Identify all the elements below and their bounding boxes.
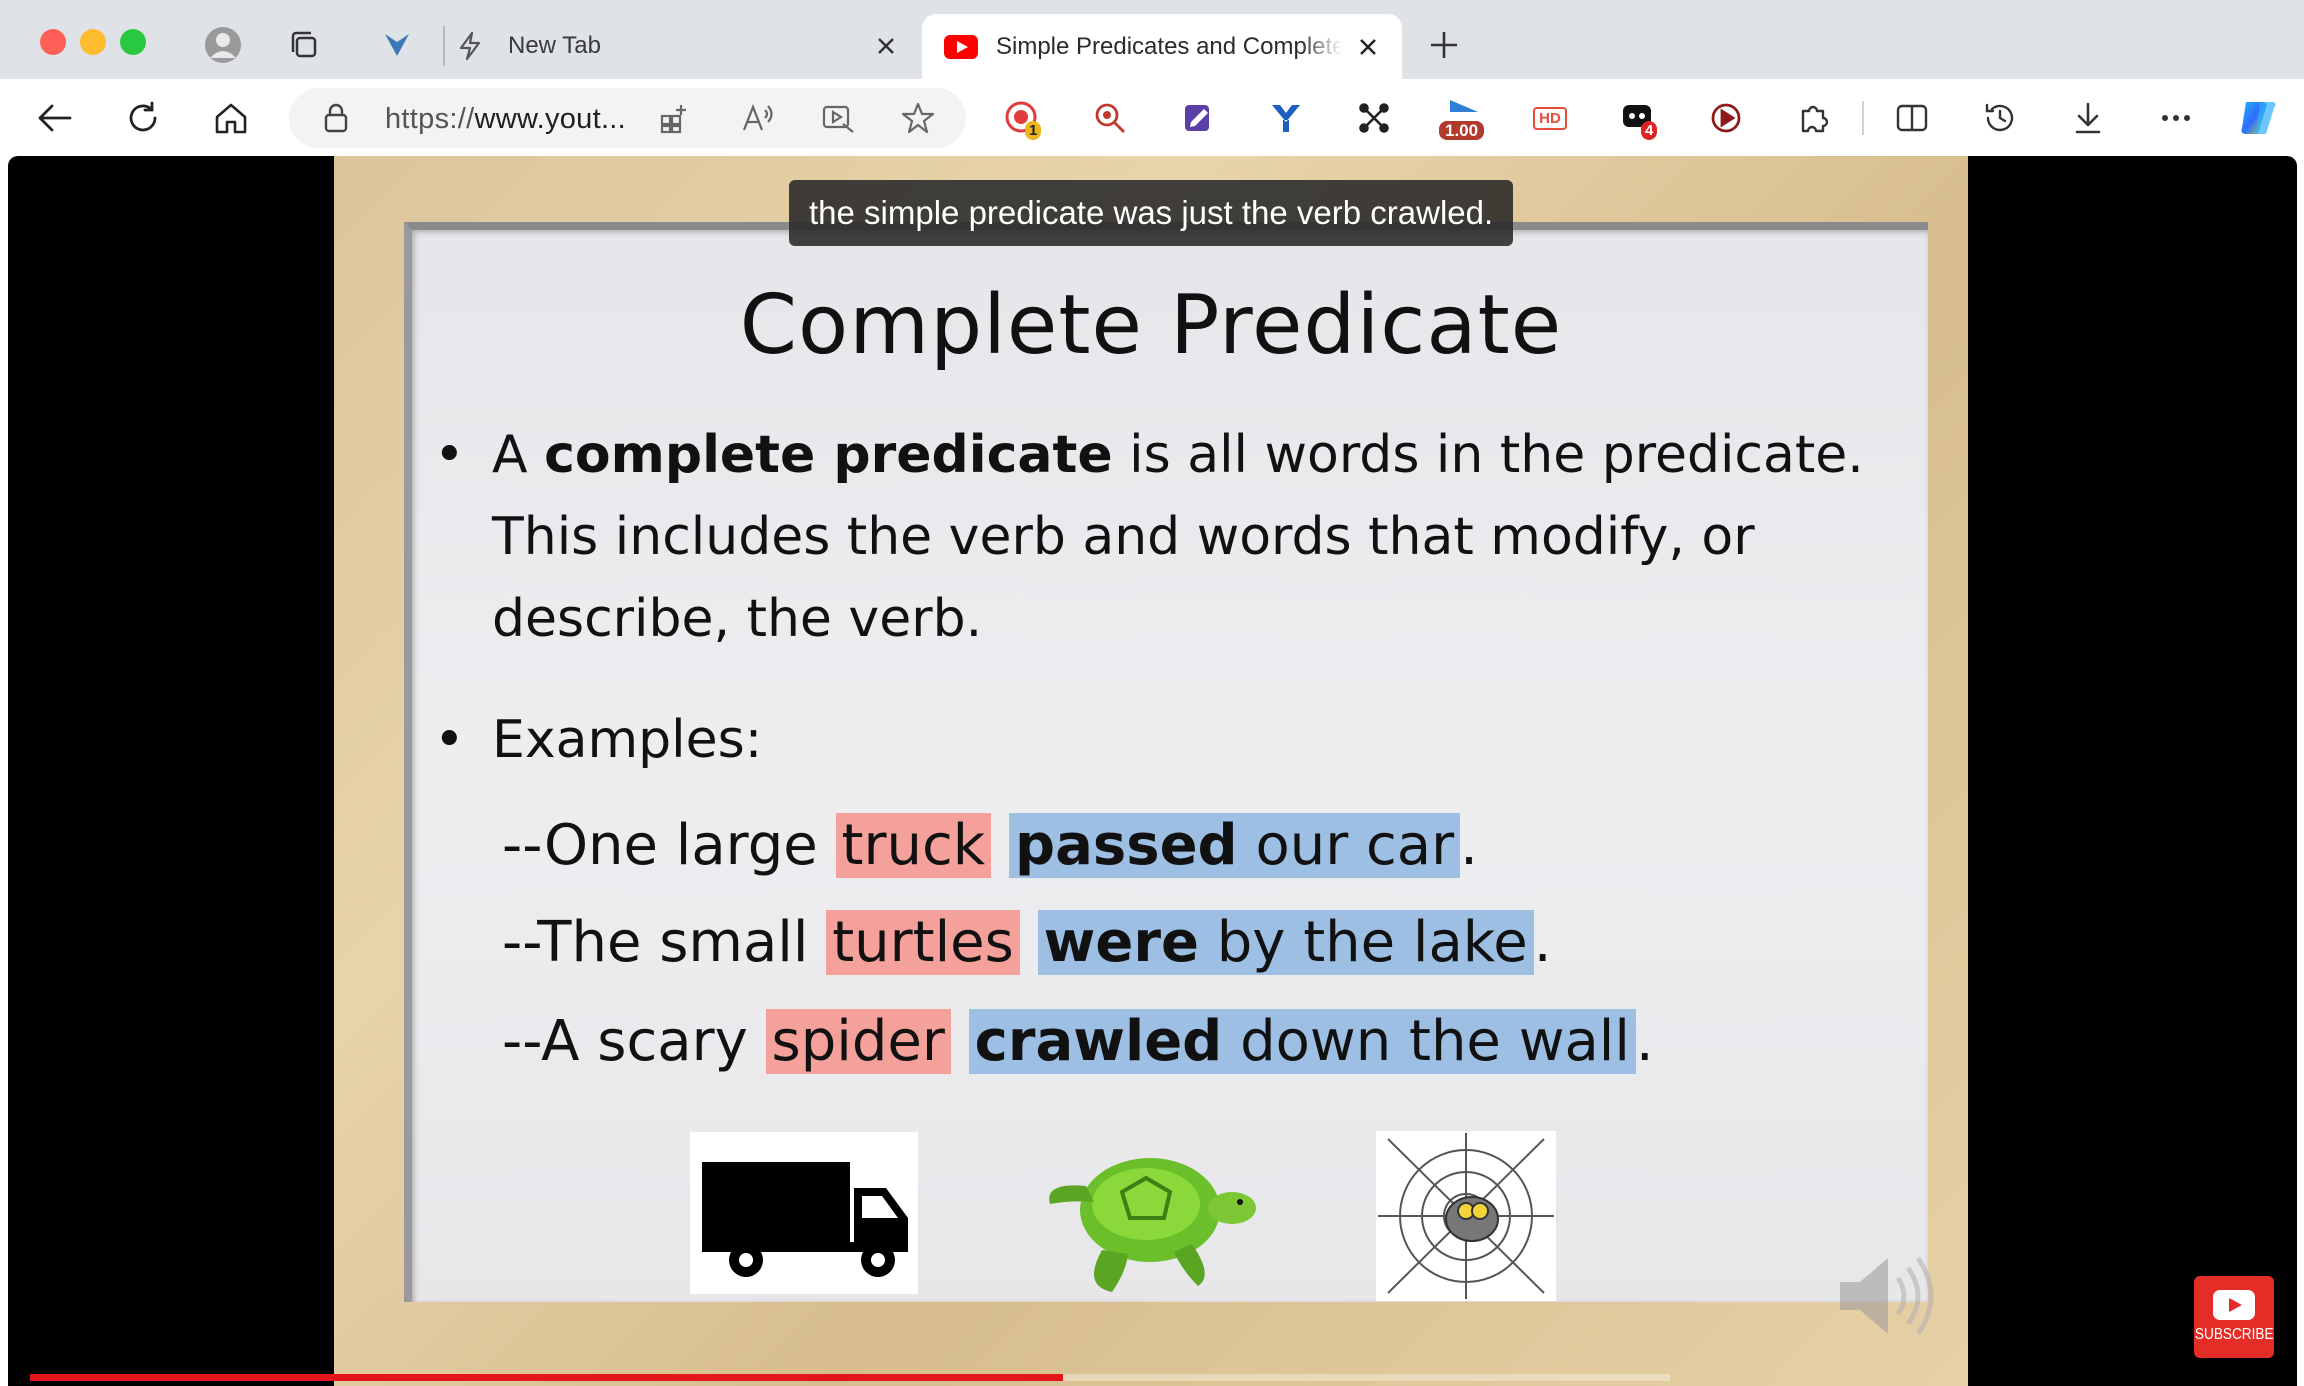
refresh-button[interactable] <box>120 95 166 141</box>
window-close-button[interactable] <box>40 29 66 55</box>
tab-youtube-video[interactable]: Simple Predicates and Complete <box>922 14 1402 79</box>
bullet-text: This includes the verb and words that mo… <box>492 507 1755 567</box>
example-predicate: our car <box>1237 813 1455 878</box>
youtube-icon <box>2213 1290 2255 1320</box>
spider-web-image <box>1376 1131 1556 1301</box>
example-prefix: --The small <box>502 910 827 975</box>
example-sentence-3: --A scary spider crawled down the wall. <box>502 1004 1654 1080</box>
example-subject: turtles <box>826 910 1020 975</box>
collections-icon[interactable] <box>284 25 324 65</box>
turtle-image <box>1042 1126 1260 1298</box>
y-extension-icon[interactable] <box>1263 95 1309 141</box>
history-icon[interactable] <box>1977 95 2023 141</box>
url-text[interactable]: https://www.yout... <box>385 103 626 136</box>
bullet-text: describe, the verb. <box>492 589 983 649</box>
tab-bar: New Tab Simple Predicates and Complete <box>0 0 2304 79</box>
lock-icon <box>323 102 349 139</box>
browser-toolbar: https://www.yout... 1 1.00 HD 4 <box>0 79 2304 156</box>
record-extension-icon[interactable]: 1 <box>999 95 1045 141</box>
example-predicate: by the lake <box>1198 910 1528 975</box>
subscribe-label: SUBSCRIBE <box>2194 1326 2274 1343</box>
speed-badge: 1.00 <box>1439 121 1485 140</box>
pinned-tab-icon[interactable] <box>377 25 417 65</box>
split-screen-icon[interactable] <box>1889 95 1935 141</box>
example-sentence-1: --One large truck passed our car. <box>502 808 1478 884</box>
back-button[interactable] <box>32 95 78 141</box>
bullet-dot: • <box>434 710 465 770</box>
immersive-reader-icon[interactable] <box>821 102 855 139</box>
youtube-icon <box>942 34 980 59</box>
copilot-icon[interactable] <box>2235 95 2281 141</box>
example-end: . <box>1460 813 1478 878</box>
profile-icon[interactable] <box>203 25 243 65</box>
window-maximize-button[interactable] <box>120 29 146 55</box>
hd-label: HD <box>1533 106 1567 130</box>
read-aloud-icon[interactable] <box>741 102 775 139</box>
window-minimize-button[interactable] <box>80 29 106 55</box>
subscribe-watermark[interactable]: SUBSCRIBE <box>2194 1276 2274 1358</box>
speaker-icon <box>1834 1246 1944 1346</box>
new-tab-button[interactable] <box>1424 25 1464 65</box>
hd-extension-icon[interactable]: HD <box>1527 95 1573 141</box>
close-tab-icon[interactable] <box>1350 29 1386 65</box>
extensions-puzzle-icon[interactable] <box>1791 95 1837 141</box>
url-host: www.yout... <box>474 103 627 135</box>
lightning-icon <box>450 31 490 61</box>
video-speed-extension-icon[interactable]: 1.00 <box>1439 95 1489 141</box>
slide-title: Complete Predicate <box>739 278 1563 373</box>
example-predicate: down the wall <box>1222 1009 1630 1074</box>
example-subject: spider <box>765 1009 951 1074</box>
example-verb: were <box>1043 910 1199 975</box>
downloads-icon[interactable] <box>2065 95 2111 141</box>
example-end: . <box>1533 910 1552 975</box>
extension-badge: 4 <box>1641 121 1658 140</box>
tab-divider <box>443 26 445 66</box>
example-verb: crawled <box>974 1009 1223 1074</box>
closed-caption: the simple predicate was just the verb c… <box>789 180 1514 246</box>
media-extension-icon[interactable] <box>1703 95 1749 141</box>
connect-extension-icon[interactable] <box>1351 95 1397 141</box>
toolbar-divider <box>1862 101 1864 135</box>
app-available-icon[interactable] <box>659 102 691 139</box>
bullet-examples: Examples: <box>492 710 763 770</box>
example-verb: passed <box>1015 813 1238 878</box>
address-bar[interactable]: https://www.yout... <box>289 88 966 148</box>
video-player[interactable]: Complete Predicate • A complete predicat… <box>8 156 2297 1386</box>
url-scheme: https:// <box>385 103 475 135</box>
progress-fill <box>30 1374 1064 1381</box>
bullet-text: is all words in the predicate. <box>1112 425 1864 485</box>
favorite-star-icon[interactable] <box>901 102 935 139</box>
slide-frame: Complete Predicate • A complete predicat… <box>334 156 1968 1386</box>
bullet-complete-predicate: A complete predicate is all words in the… <box>492 414 1864 660</box>
tab-title: Simple Predicates and Complete <box>996 32 1342 60</box>
tab-title: New Tab <box>508 31 601 59</box>
progress-bar[interactable] <box>30 1374 1670 1381</box>
notes-extension-icon[interactable] <box>1175 95 1221 141</box>
example-end: . <box>1635 1009 1654 1074</box>
bullet-bold-term: complete predicate <box>544 425 1113 485</box>
example-prefix: --One large <box>502 813 836 878</box>
example-sentence-2: --The small turtles were by the lake. <box>502 905 1552 981</box>
tab-new-tab[interactable]: New Tab <box>450 12 920 79</box>
example-prefix: --A scary <box>502 1009 766 1074</box>
bullet-dot: • <box>434 425 465 485</box>
example-subject: truck <box>835 813 992 878</box>
search-extension-icon[interactable] <box>1087 95 1133 141</box>
chat-extension-icon[interactable]: 4 <box>1615 95 1661 141</box>
bullet-text: A <box>492 425 545 485</box>
home-button[interactable] <box>208 95 254 141</box>
close-tab-icon[interactable] <box>868 28 904 64</box>
more-menu-icon[interactable] <box>2153 95 2199 141</box>
extension-badge: 1 <box>1025 121 1042 140</box>
truck-image <box>690 1132 918 1294</box>
